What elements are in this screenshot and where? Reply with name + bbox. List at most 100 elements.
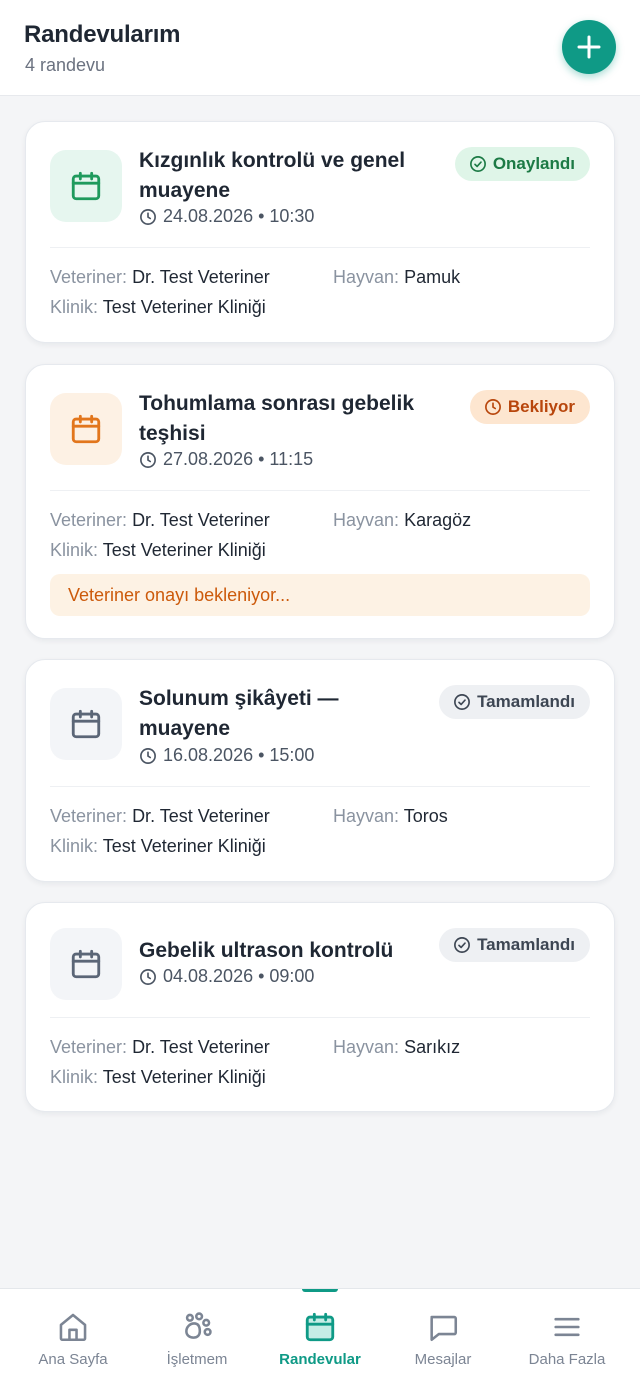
- status-label: Bekliyor: [507, 397, 575, 416]
- divider: [50, 1017, 590, 1018]
- message-icon: [430, 1315, 458, 1342]
- pending-notice: Veteriner onayı bekleniyor...: [50, 574, 590, 616]
- tab-randevular[interactable]: Randevular: [256, 1289, 384, 1386]
- home-icon: [59, 1313, 87, 1342]
- clinic-name: Test Veteriner Kliniği: [102, 540, 266, 560]
- animal-label: Hayvan:: [333, 510, 400, 530]
- tab-label: Ana Sayfa: [38, 1351, 108, 1368]
- calendar-icon-box: [50, 150, 122, 222]
- clinic-name: Test Veteriner Kliniği: [102, 1067, 266, 1087]
- calendar-icon: [71, 949, 101, 979]
- animal-info: Hayvan: Toros: [333, 806, 448, 827]
- clinic-info: Klinik: Test Veteriner Kliniği: [50, 836, 266, 857]
- vet-info: Veteriner: Dr. Test Veteriner: [50, 510, 270, 531]
- vet-name: Dr. Test Veteriner: [132, 806, 270, 826]
- status-badge: Bekliyor: [469, 390, 590, 424]
- page-title: Randevularım: [24, 21, 181, 48]
- calendar-icon-box: [50, 688, 122, 760]
- datetime-text: 04.08.2026 • 09:00: [163, 966, 315, 986]
- tab-label: Randevular: [279, 1351, 361, 1368]
- check-circle-icon: [454, 694, 471, 710]
- animal-label: Hayvan:: [333, 1037, 400, 1057]
- divider: [50, 247, 590, 248]
- vet-info: Veteriner: Dr. Test Veteriner: [50, 1037, 270, 1058]
- clinic-label: Klinik:: [50, 836, 99, 856]
- appointment-title: Solunum şikâyeti — muayene: [139, 687, 339, 740]
- appointment-title: Gebelik ultrason kontrolü: [139, 939, 394, 962]
- datetime-text: 27.08.2026 • 11:15: [163, 449, 314, 469]
- status-badge: Tamamlandı: [439, 685, 590, 719]
- animal-name: Karagöz: [404, 510, 472, 530]
- calendar-icon: [305, 1312, 335, 1342]
- vet-name: Dr. Test Veteriner: [132, 510, 270, 530]
- check-circle-icon: [469, 156, 486, 172]
- calendar-icon-box: [50, 928, 122, 1000]
- clock-icon: [140, 747, 156, 764]
- active-tab-indicator: [302, 1289, 338, 1292]
- vet-name: Dr. Test Veteriner: [132, 267, 270, 287]
- appointment-datetime: 16.08.2026 • 15:00: [139, 745, 314, 766]
- animal-info: Hayvan: Karagöz: [333, 510, 471, 531]
- bottom-tab-bar: Ana Sayfa İşletmem Randevular Mesajlar D…: [0, 1288, 640, 1386]
- animal-name: Sarıkız: [404, 1037, 461, 1057]
- check-circle-icon: [454, 937, 471, 953]
- status-label: Tamamlandı: [477, 935, 575, 954]
- datetime-text: 16.08.2026 • 15:00: [163, 745, 315, 765]
- app-header: Randevularım 4 randevu: [0, 0, 640, 96]
- clinic-info: Klinik: Test Veteriner Kliniği: [50, 1067, 266, 1088]
- calendar-icon: [71, 414, 101, 444]
- tab-label: Mesajlar: [414, 1351, 472, 1368]
- animal-info: Hayvan: Pamuk: [333, 267, 460, 288]
- clinic-label: Klinik:: [50, 297, 99, 317]
- appointment-title: Tohumlama sonrası gebelik teşhisi: [139, 392, 415, 445]
- appointment-card[interactable]: Kızgınlık kontrolü ve genel muayene 24.0…: [25, 121, 615, 343]
- divider: [50, 490, 590, 491]
- status-label: Onaylandı: [492, 154, 575, 173]
- appointment-title: Kızgınlık kontrolü ve genel muayene: [139, 149, 406, 202]
- tab-daha-fazla[interactable]: Daha Fazla: [503, 1289, 631, 1386]
- animal-name: Pamuk: [404, 267, 461, 287]
- clinic-name: Test Veteriner Kliniği: [102, 836, 266, 856]
- vet-info: Veteriner: Dr. Test Veteriner: [50, 267, 270, 288]
- appointment-card[interactable]: Solunum şikâyeti — muayene 16.08.2026 • …: [25, 659, 615, 882]
- clinic-info: Klinik: Test Veteriner Kliniği: [50, 297, 266, 318]
- appointment-datetime: 04.08.2026 • 09:00: [139, 966, 314, 987]
- vet-label: Veteriner:: [50, 267, 128, 287]
- paw-icon: [185, 1312, 212, 1339]
- clock-icon: [484, 399, 501, 415]
- animal-label: Hayvan:: [333, 267, 400, 287]
- vet-label: Veteriner:: [50, 1037, 128, 1057]
- vet-name: Dr. Test Veteriner: [132, 1037, 270, 1057]
- clinic-name: Test Veteriner Kliniği: [102, 297, 266, 317]
- animal-name: Toros: [403, 806, 448, 826]
- animal-info: Hayvan: Sarıkız: [333, 1037, 460, 1058]
- tab-label: Daha Fazla: [528, 1351, 606, 1368]
- status-badge: Onaylandı: [454, 147, 590, 181]
- clinic-label: Klinik:: [50, 540, 99, 560]
- calendar-icon: [71, 709, 101, 739]
- status-label: Tamamlandı: [477, 692, 575, 711]
- divider: [50, 786, 590, 787]
- calendar-icon-box: [50, 393, 122, 465]
- plus-icon: [577, 35, 601, 59]
- menu-icon: [554, 1317, 580, 1337]
- clock-icon: [140, 968, 156, 985]
- appointment-datetime: 24.08.2026 • 10:30: [139, 206, 314, 227]
- appointment-count: 4 randevu: [25, 55, 106, 75]
- tab-isletmem[interactable]: İşletmem: [133, 1289, 261, 1386]
- tab-ana-sayfa[interactable]: Ana Sayfa: [9, 1289, 137, 1386]
- add-appointment-button[interactable]: [562, 20, 616, 74]
- appointment-card[interactable]: Tohumlama sonrası gebelik teşhisi 27.08.…: [25, 364, 615, 639]
- clock-icon: [140, 208, 156, 225]
- tab-label: İşletmem: [166, 1351, 228, 1368]
- datetime-text: 24.08.2026 • 10:30: [163, 206, 315, 226]
- appointment-card[interactable]: Gebelik ultrason kontrolü 04.08.2026 • 0…: [25, 902, 615, 1112]
- appointment-datetime: 27.08.2026 • 11:15: [139, 449, 313, 470]
- vet-label: Veteriner:: [50, 510, 128, 530]
- vet-info: Veteriner: Dr. Test Veteriner: [50, 806, 270, 827]
- status-badge: Tamamlandı: [439, 928, 590, 962]
- vet-label: Veteriner:: [50, 806, 128, 826]
- clinic-info: Klinik: Test Veteriner Kliniği: [50, 540, 266, 561]
- animal-label: Hayvan:: [333, 806, 400, 826]
- tab-mesajlar[interactable]: Mesajlar: [379, 1289, 507, 1386]
